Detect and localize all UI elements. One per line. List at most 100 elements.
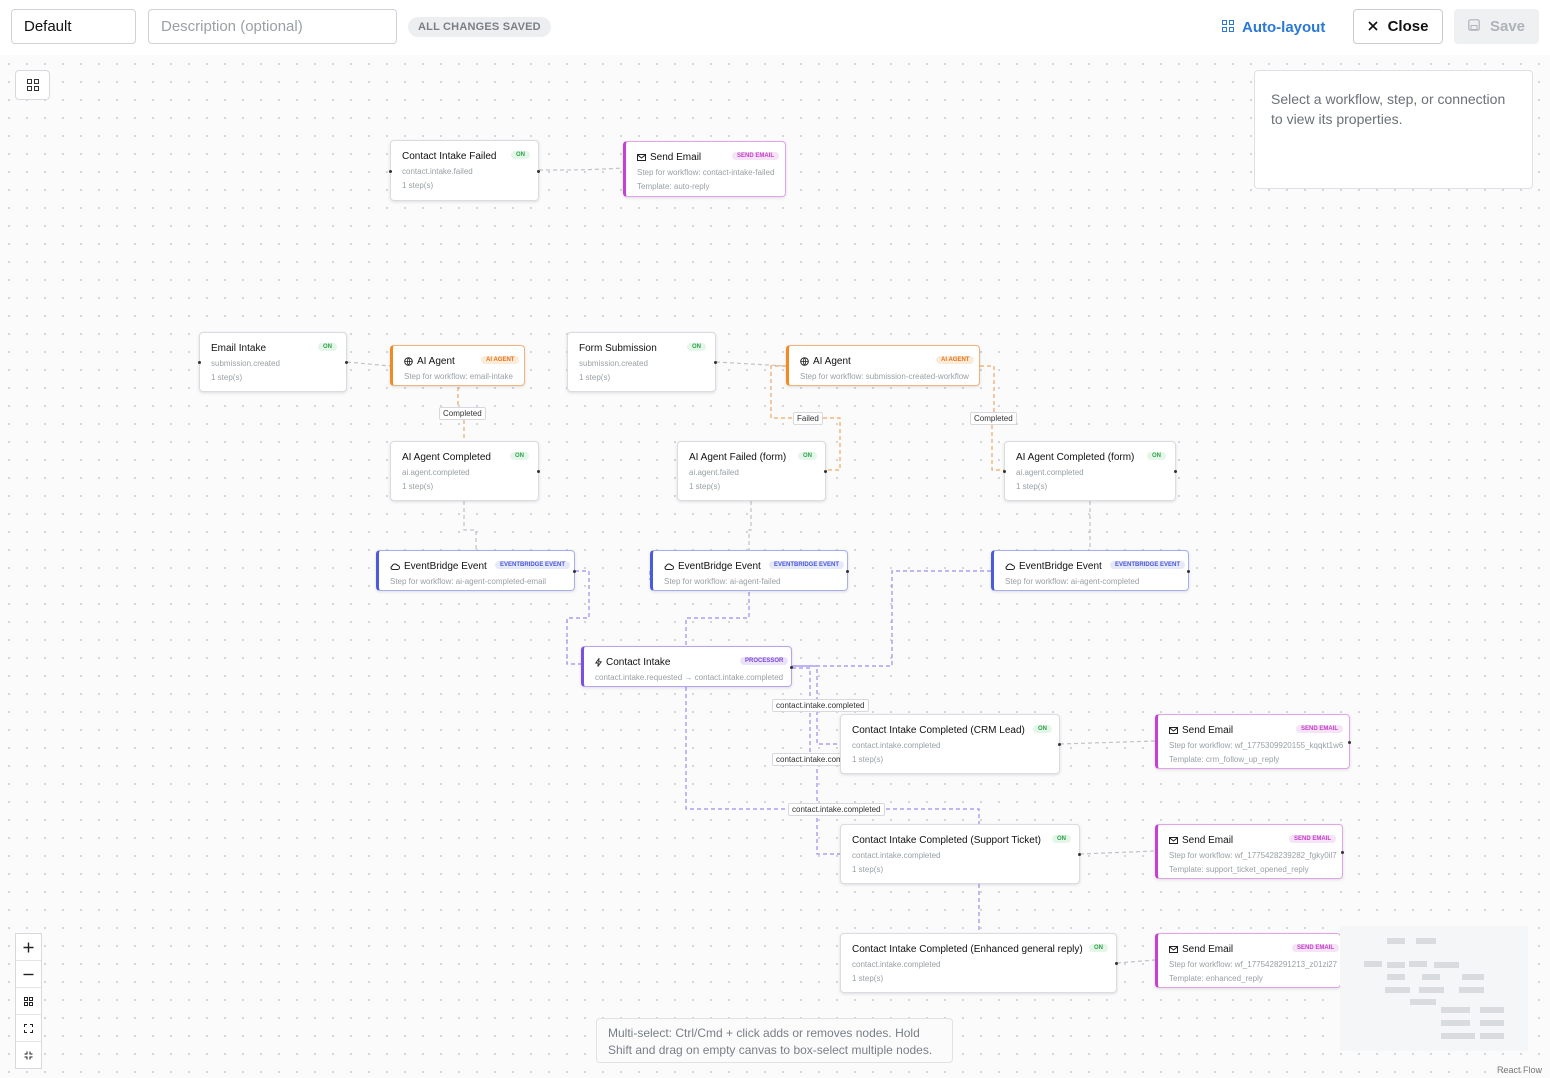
node-steps: 1 step(s) — [689, 482, 721, 491]
node-event: ai.agent.completed — [402, 468, 470, 477]
step-node-send-email[interactable]: Send Email SEND EMAIL Step for workflow:… — [623, 141, 786, 197]
node-handle[interactable] — [573, 570, 576, 573]
node-title-text: Send Email — [1182, 944, 1234, 955]
workflow-node-enhanced-general-reply[interactable]: Contact Intake Completed (Enhanced gener… — [840, 933, 1118, 993]
cloud-icon — [664, 563, 674, 570]
node-title: Send Email — [1169, 835, 1233, 846]
node-description: Step for workflow: submission-created-wo… — [800, 372, 969, 381]
node-title-text: Contact Intake — [606, 657, 671, 668]
minimap-node — [1364, 961, 1382, 967]
node-description: Step for workflow: ai-agent-completed — [1005, 577, 1140, 586]
node-template: Template: enhanced_reply — [1169, 974, 1263, 983]
edge-intake-failed-to-email — [538, 167, 625, 171]
node-event: ai.agent.failed — [689, 468, 739, 477]
node-event: contact.intake.completed — [852, 851, 941, 860]
node-title: AI Agent — [404, 356, 455, 367]
fit-view-button[interactable] — [16, 988, 41, 1015]
layout-toggle-button[interactable] — [15, 70, 50, 100]
globe-icon — [800, 357, 809, 366]
node-steps: 1 step(s) — [1016, 482, 1048, 491]
status-badge: ON — [318, 343, 337, 351]
node-handle[interactable] — [1348, 741, 1351, 744]
node-handle[interactable] — [790, 666, 793, 669]
status-badge: ON — [1052, 835, 1071, 843]
zoom-in-button[interactable] — [16, 934, 41, 961]
step-node-ai-agent[interactable]: AI Agent AI AGENT Step for workflow: ema… — [390, 345, 525, 386]
node-handle[interactable] — [198, 361, 201, 364]
node-description: Step for workflow: contact-intake-failed — [637, 168, 775, 177]
edge-label-contact-intake-completed[interactable]: contact.intake.completed — [788, 803, 885, 816]
edge-label-contact-intake-completed[interactable]: contact.intake.completed — [772, 699, 869, 712]
step-node-eventbridge[interactable]: EventBridge Event EVENTBRIDGE EVENT Step… — [376, 550, 576, 591]
node-steps: 1 step(s) — [852, 974, 884, 983]
step-node-processor[interactable]: Contact Intake PROCESSOR contact.intake.… — [581, 646, 793, 687]
react-flow-attribution[interactable]: React Flow — [1497, 1065, 1542, 1075]
node-handle[interactable] — [1341, 851, 1344, 854]
edge-label-failed[interactable]: Failed — [793, 412, 823, 425]
step-type-badge: PROCESSOR — [740, 657, 789, 665]
minimap-node — [1387, 962, 1405, 968]
node-title: Contact Intake Failed — [402, 151, 497, 162]
step-node-send-email[interactable]: Send Email SEND EMAIL Step for workflow:… — [1155, 714, 1351, 769]
node-handle[interactable] — [537, 470, 540, 473]
step-node-send-email[interactable]: Send Email SEND EMAIL Step for workflow:… — [1155, 933, 1341, 988]
node-title-text: Send Email — [650, 152, 702, 163]
node-event: submission.created — [579, 359, 648, 368]
lock-button[interactable] — [16, 1042, 41, 1068]
node-title-text: EventBridge Event — [1019, 561, 1102, 572]
node-handle[interactable] — [1115, 962, 1118, 965]
node-handle[interactable] — [1078, 853, 1081, 856]
workflow-node-ai-agent-failed-form[interactable]: AI Agent Failed (form) ON ai.agent.faile… — [677, 441, 827, 501]
workflow-node-ai-agent-completed-form[interactable]: AI Agent Completed (form) ON ai.agent.co… — [1003, 441, 1177, 501]
mail-icon — [1169, 727, 1178, 734]
node-title: Send Email — [1169, 725, 1233, 736]
node-handle[interactable] — [345, 361, 348, 364]
minimap-node — [1441, 1033, 1475, 1039]
workflow-node-contact-intake-failed[interactable]: Contact Intake Failed ON contact.intake.… — [389, 140, 540, 201]
minimap-node — [1419, 987, 1444, 993]
step-node-eventbridge[interactable]: EventBridge Event EVENTBRIDGE EVENT Step… — [991, 550, 1190, 591]
minimap[interactable] — [1340, 926, 1528, 1051]
mail-icon — [1169, 946, 1178, 953]
node-steps: 1 step(s) — [852, 755, 884, 764]
node-title: EventBridge Event — [664, 561, 761, 572]
workflow-node-email-intake[interactable]: Email Intake ON submission.created 1 ste… — [198, 332, 348, 392]
properties-panel: Select a workflow, step, or connection t… — [1254, 70, 1533, 189]
workflow-node-ai-agent-completed[interactable]: AI Agent Completed ON ai.agent.completed… — [390, 441, 540, 501]
step-node-send-email[interactable]: Send Email SEND EMAIL Step for workflow:… — [1155, 824, 1344, 879]
node-description: Step for workflow: wf_1775309920155_kqqk… — [1169, 741, 1344, 750]
zoom-out-button[interactable] — [16, 961, 41, 988]
fullscreen-button[interactable] — [16, 1015, 41, 1042]
workflow-node-crm-lead[interactable]: Contact Intake Completed (CRM Lead) ON c… — [840, 714, 1061, 774]
minimap-node — [1441, 1020, 1470, 1026]
node-handle[interactable] — [1058, 743, 1061, 746]
node-handle[interactable] — [714, 361, 717, 364]
step-node-ai-agent[interactable]: AI Agent AI AGENT Step for workflow: sub… — [786, 345, 980, 386]
node-handle[interactable] — [1187, 570, 1190, 573]
status-badge: ON — [687, 343, 706, 351]
minimap-node — [1480, 1020, 1504, 1026]
node-description: Step for workflow: ai-agent-failed — [664, 577, 781, 586]
node-steps: 1 step(s) — [852, 865, 884, 874]
step-node-eventbridge[interactable]: EventBridge Event EVENTBRIDGE EVENT Step… — [650, 550, 849, 591]
node-title: Form Submission — [579, 343, 657, 354]
node-handle[interactable] — [1003, 470, 1006, 473]
edge-general-to-email — [1116, 959, 1156, 964]
minimap-node — [1480, 1033, 1504, 1039]
node-description: contact.intake.requested → contact.intak… — [595, 673, 784, 682]
workflow-node-form-submission[interactable]: Form Submission ON submission.created 1 … — [567, 332, 717, 392]
node-handle[interactable] — [537, 170, 540, 173]
node-description: Step for workflow: ai-agent-completed-em… — [390, 577, 547, 586]
node-handle[interactable] — [389, 170, 392, 173]
node-handle[interactable] — [824, 470, 827, 473]
node-handle[interactable] — [846, 570, 849, 573]
edge-label-completed[interactable]: Completed — [439, 407, 486, 420]
workflow-node-support-ticket[interactable]: Contact Intake Completed (Support Ticket… — [840, 824, 1081, 884]
properties-empty-text: Select a workflow, step, or connection t… — [1271, 91, 1506, 127]
status-badge: ON — [1033, 725, 1052, 733]
node-handle[interactable] — [1174, 470, 1177, 473]
status-badge: ON — [1089, 944, 1108, 952]
edge-label-completed[interactable]: Completed — [970, 412, 1017, 425]
node-title: AI Agent Completed — [402, 452, 491, 463]
minimap-node — [1441, 1007, 1470, 1013]
